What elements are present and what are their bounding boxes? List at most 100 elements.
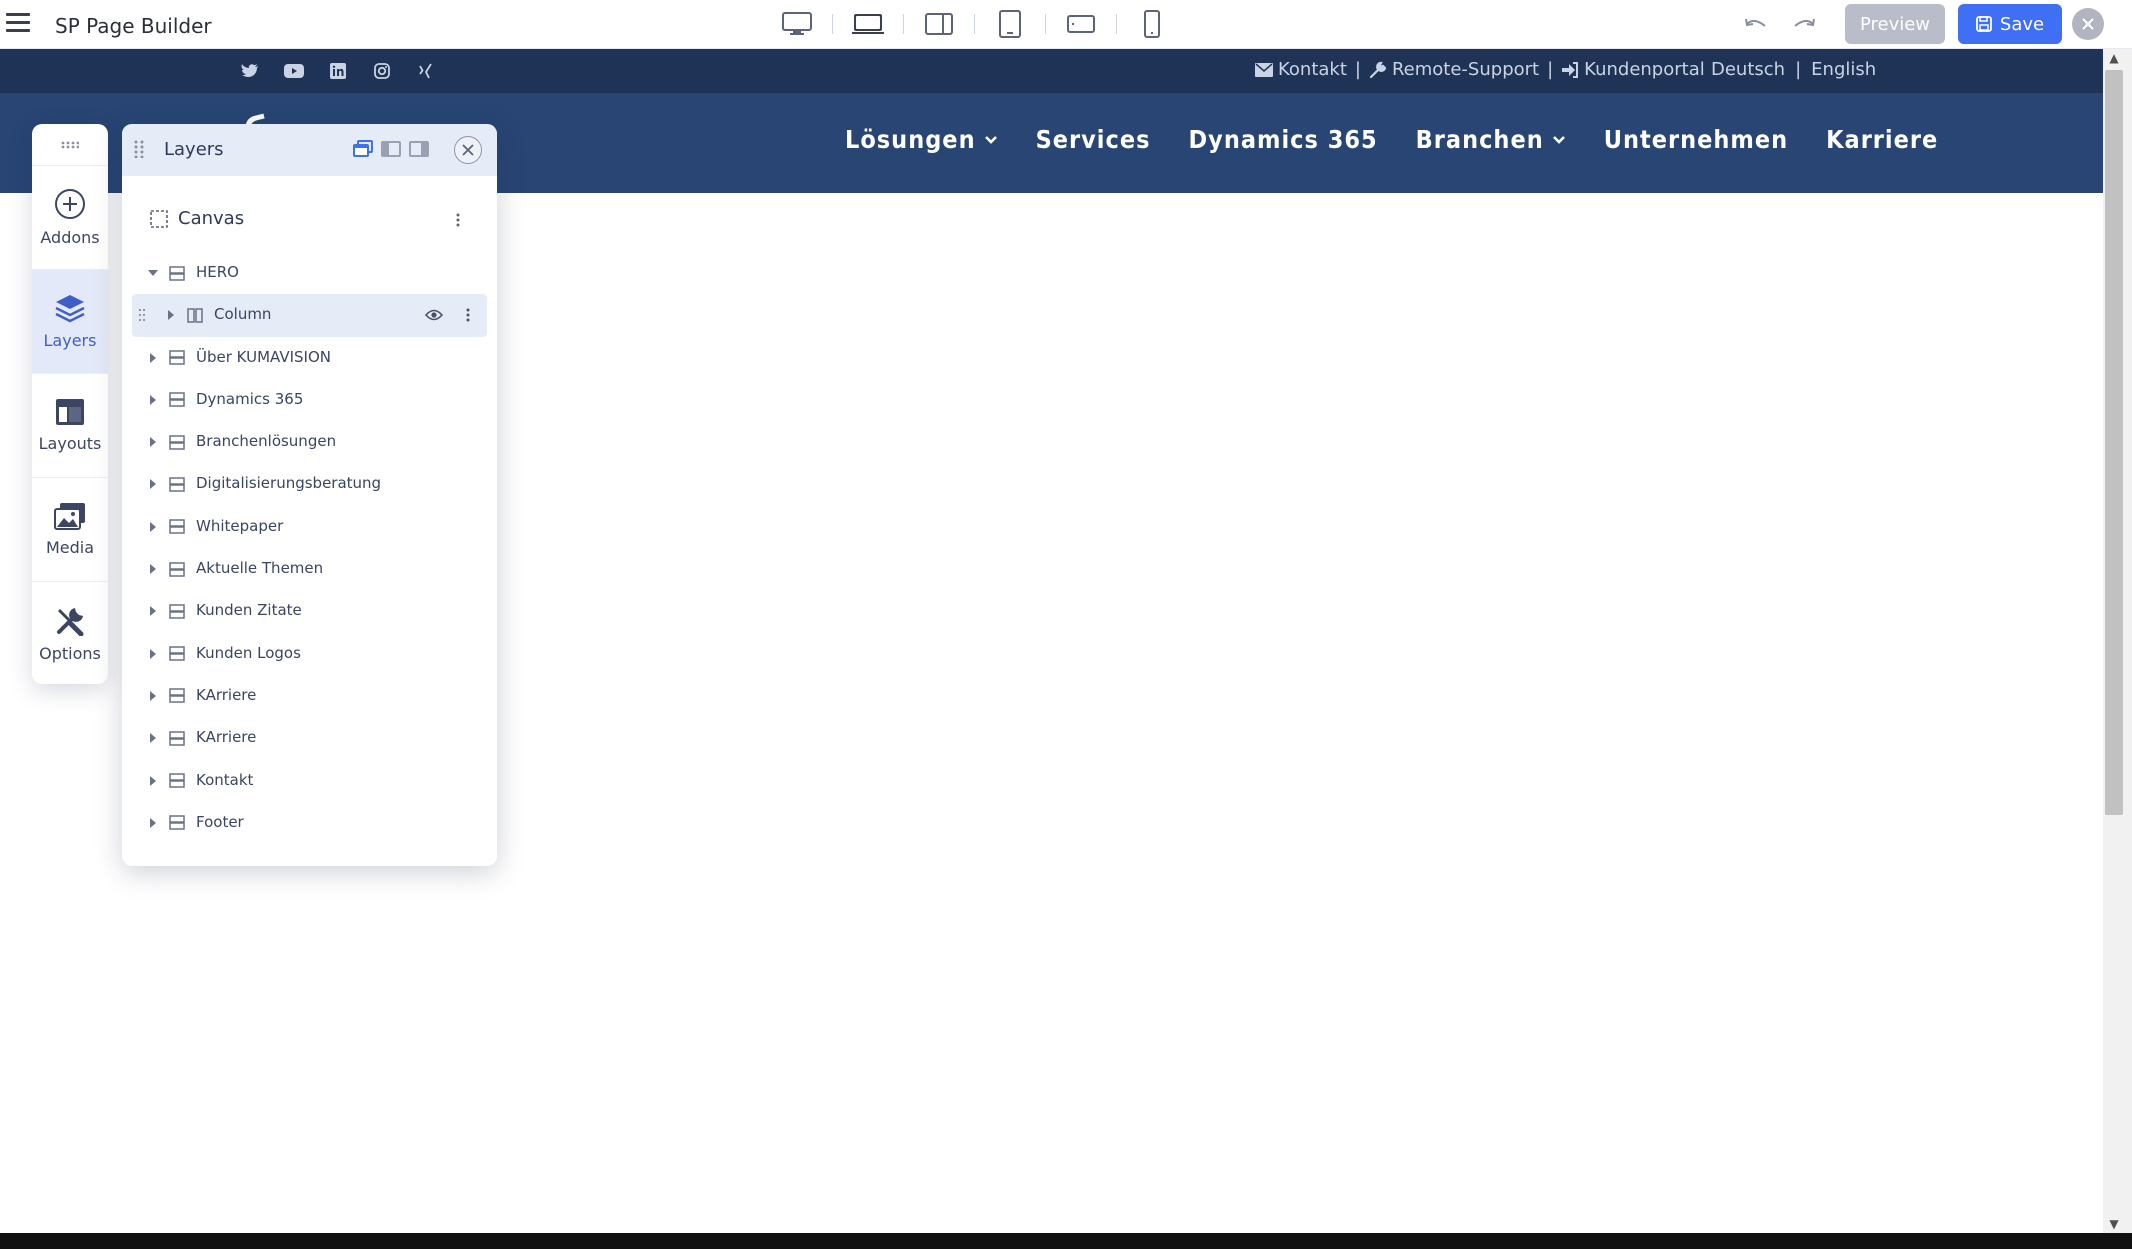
caret-right-icon[interactable] [146,689,160,703]
nav-item-loesungen[interactable]: Lösungen [845,125,998,154]
sidebar-item-media[interactable]: Media [32,478,108,582]
sidebar-item-options[interactable]: Options [32,582,108,686]
xing-icon[interactable] [416,61,436,81]
nav-item-label: Lösungen [845,125,976,154]
layer-row[interactable]: Whitepaper [132,506,487,548]
preview-button[interactable]: Preview [1845,4,1945,44]
dock-floating-icon[interactable] [352,139,374,159]
layer-row[interactable]: Digitalisierungsberatung [132,463,487,505]
kundenportal-link[interactable]: Kundenportal [1561,59,1705,80]
device-desktop-button[interactable] [770,6,824,42]
layer-row[interactable]: Kunden Logos [132,633,487,675]
tools-icon [57,607,84,636]
sidebar-item-layers[interactable]: Layers [32,270,108,374]
redo-icon [1794,18,1815,27]
nav-item-label: Branchen [1415,125,1544,154]
drag-handle-icon[interactable] [32,124,108,166]
layer-row[interactable]: Dynamics 365 [132,379,487,421]
section-icon [168,350,186,366]
close-icon [462,144,474,156]
caret-right-icon[interactable] [164,308,178,322]
dock-right-icon[interactable] [408,139,430,159]
device-tablet-button[interactable] [983,6,1037,42]
caret-right-icon[interactable] [146,477,160,491]
eye-icon[interactable] [424,307,444,323]
dock-left-icon[interactable] [380,139,402,159]
undo-button[interactable] [1738,10,1774,38]
layer-row[interactable]: Aktuelle Themen [132,548,487,590]
layer-label: Kontakt [196,770,254,789]
youtube-icon[interactable] [284,61,304,81]
plus-circle-icon [55,189,85,219]
caret-right-icon[interactable] [146,520,160,534]
sidebar-item-layouts[interactable]: Layouts [32,374,108,478]
window-bottom-bar [0,1233,2132,1249]
instagram-icon[interactable] [372,61,392,81]
caret-down-icon[interactable] [146,266,160,280]
layer-tree: HERO Column Über KUMAVISION Dynamics 365… [132,252,487,844]
device-mobile-landscape-button[interactable] [1054,6,1108,42]
redo-button[interactable] [1786,10,1822,38]
drag-handle-icon[interactable] [138,308,148,322]
caret-right-icon[interactable] [146,604,160,618]
layer-row[interactable]: HERO [132,252,487,294]
caret-right-icon[interactable] [146,351,160,365]
device-laptop-button[interactable] [841,6,895,42]
sidebar-item-label: Media [45,538,95,557]
kontakt-link[interactable]: Kontakt [1255,59,1347,80]
linkedin-icon[interactable] [328,61,348,81]
twitter-icon[interactable] [240,61,260,81]
kundenportal-label: Kundenportal [1584,59,1705,80]
layer-row[interactable]: Kontakt [132,760,487,802]
sidebar-item-label: Addons [40,228,100,247]
nav-item-unternehmen[interactable]: Unternehmen [1604,125,1788,154]
separator: | [1547,59,1554,80]
caret-right-icon[interactable] [146,393,160,407]
canvas-layer-row[interactable]: Canvas [150,208,244,229]
divider [1045,14,1046,34]
divider [974,14,975,34]
layout-icon [56,399,84,425]
caret-right-icon[interactable] [146,562,160,576]
close-builder-button[interactable] [2072,8,2104,40]
layer-row-selected[interactable]: Column [132,294,487,337]
nav-item-services[interactable]: Services [1036,125,1151,154]
caret-right-icon[interactable] [146,816,160,830]
remote-support-link[interactable]: Remote-Support [1369,59,1539,80]
nav-item-dynamics-365[interactable]: Dynamics 365 [1189,125,1378,154]
caret-right-icon[interactable] [146,647,160,661]
divider [1116,14,1117,34]
save-button[interactable]: Save [1958,4,2062,44]
scrollbar-thumb[interactable] [2105,70,2123,815]
wrench-icon [1369,61,1387,78]
close-panel-button[interactable] [454,136,482,164]
lang-english[interactable]: English [1811,59,1876,80]
caret-right-icon[interactable] [146,731,160,745]
caret-right-icon[interactable] [146,435,160,449]
kebab-menu-icon[interactable] [460,306,476,324]
layer-row[interactable]: Branchenlösungen [132,421,487,463]
layer-row[interactable]: Über KUMAVISION [132,337,487,379]
scroll-up-arrow-icon[interactable]: ▲ [2106,51,2122,65]
scroll-down-arrow-icon[interactable]: ▼ [2106,1217,2122,1231]
drag-handle-icon[interactable] [134,140,144,162]
nav-item-karriere[interactable]: Karriere [1826,125,1938,154]
layer-row[interactable]: KArriere [132,717,487,759]
layer-row[interactable]: Kunden Zitate [132,590,487,632]
builder-toolbar: SP Page Builder Preview Save [0,0,2132,49]
device-tablet-landscape-button[interactable] [912,6,966,42]
caret-right-icon[interactable] [146,774,160,788]
lang-deutsch[interactable]: Deutsch [1711,59,1785,80]
sidebar-item-addons[interactable]: Addons [32,166,108,270]
hamburger-menu-icon[interactable] [6,13,30,35]
section-icon [168,730,186,746]
nav-item-branchen[interactable]: Branchen [1416,125,1566,154]
section-icon [168,603,186,619]
nav-item-label: Services [1035,125,1151,154]
device-mobile-button[interactable] [1125,6,1179,42]
layer-label: Über KUMAVISION [196,347,331,366]
layer-row[interactable]: KArriere [132,675,487,717]
kebab-menu-icon[interactable] [448,210,468,230]
section-icon [168,815,186,831]
layer-row[interactable]: Footer [132,802,487,844]
